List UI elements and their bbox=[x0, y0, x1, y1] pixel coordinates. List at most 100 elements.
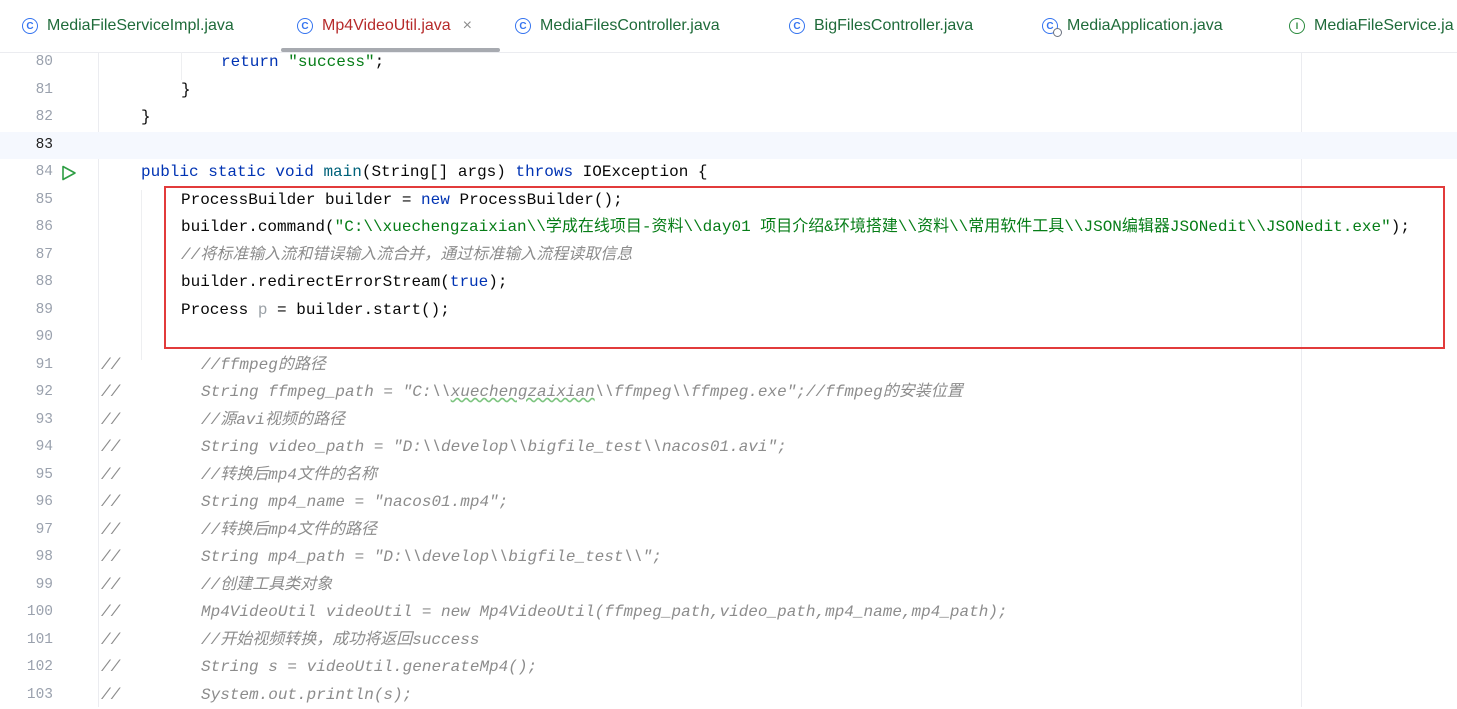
code-token: //创建工具类对象 bbox=[201, 576, 332, 594]
code-token: String s = videoUtil.generateMp4(); bbox=[201, 658, 537, 676]
tab-label: MediaFilesController.java bbox=[540, 17, 720, 35]
code-token: ); bbox=[1391, 218, 1410, 236]
tab-label: Mp4VideoUtil.java bbox=[322, 17, 451, 35]
tab-media-file-service[interactable]: I MediaFileService.ja bbox=[1289, 0, 1454, 52]
code-token: Process bbox=[181, 301, 258, 319]
run-icon[interactable] bbox=[61, 165, 77, 181]
line-comment-marker: // bbox=[101, 544, 120, 572]
code-text: builder.command("C:\\xuechengzaixian\\学成… bbox=[181, 214, 1410, 242]
code-text: String mp4_name = "nacos01.mp4"; bbox=[201, 489, 508, 517]
line-comment-marker: // bbox=[101, 407, 120, 435]
line-number: 94 bbox=[0, 434, 53, 462]
line-comment-marker: // bbox=[101, 434, 120, 462]
class-icon: C bbox=[789, 18, 805, 34]
line-number: 99 bbox=[0, 572, 53, 600]
code-token: ); bbox=[488, 273, 507, 291]
code-token: main bbox=[323, 163, 361, 181]
code-line[interactable]: 101////开始视频转换，成功将返回success bbox=[0, 627, 1457, 655]
tab-mp4-video-util[interactable]: C Mp4VideoUtil.java × bbox=[281, 0, 500, 52]
line-comment-marker: // bbox=[101, 489, 120, 517]
interface-icon: I bbox=[1289, 18, 1305, 34]
code-token bbox=[279, 53, 289, 71]
code-line[interactable]: 83 bbox=[0, 132, 1457, 160]
line-comment-marker: // bbox=[101, 682, 120, 709]
code-token: //源avi视频的路径 bbox=[201, 411, 345, 429]
code-line[interactable]: 100//Mp4VideoUtil videoUtil = new Mp4Vid… bbox=[0, 599, 1457, 627]
tab-label: MediaFileService.ja bbox=[1314, 17, 1454, 35]
code-text: System.out.println(s); bbox=[201, 682, 412, 709]
line-comment-marker: // bbox=[101, 379, 120, 407]
code-token: //将标准输入流和错误输入流合并，通过标准输入流程读取信息 bbox=[181, 246, 632, 264]
code-line[interactable]: 84 public static void main(String[] args)… bbox=[0, 159, 1457, 187]
line-number: 91 bbox=[0, 352, 53, 380]
code-text: ProcessBuilder builder = new ProcessBuil… bbox=[181, 187, 623, 215]
tab-big-files-controller[interactable]: C BigFilesController.java bbox=[789, 0, 973, 52]
spring-app-class-icon: C bbox=[1042, 18, 1058, 34]
code-line[interactable]: 88 builder.redirectErrorStream(true); bbox=[0, 269, 1457, 297]
code-token: builder.command( bbox=[181, 218, 335, 236]
code-line[interactable]: 99////创建工具类对象 bbox=[0, 572, 1457, 600]
line-number: 103 bbox=[0, 682, 53, 709]
code-token: true bbox=[450, 273, 488, 291]
line-comment-marker: // bbox=[101, 517, 120, 545]
code-text: String ffmpeg_path = "C:\\xuechengzaixia… bbox=[201, 379, 963, 407]
line-comment-marker: // bbox=[101, 462, 120, 490]
line-number: 84 bbox=[0, 159, 53, 187]
code-line[interactable]: 94 // String video_path = "D:\\develop\\bi… bbox=[0, 434, 1457, 462]
code-token: ProcessBuilder(); bbox=[450, 191, 623, 209]
code-line[interactable]: 98//String mp4_path = "D:\\develop\\bigf… bbox=[0, 544, 1457, 572]
code-token: \\ffmpeg\\ffmpeg.exe";//ffmpeg的安装位置 bbox=[595, 383, 963, 401]
code-token: String video_path = "D:\\develop\\bigfil… bbox=[201, 438, 787, 456]
code-line[interactable]: 86builder.command("C:\\xuechengzaixian\\… bbox=[0, 214, 1457, 242]
code-token: xuechengzaixian bbox=[451, 383, 595, 401]
code-text: public static void main(String[] args) t… bbox=[141, 159, 708, 187]
code-line[interactable]: 82} bbox=[0, 104, 1457, 132]
code-text: //转换后mp4文件的名称 bbox=[201, 462, 377, 490]
line-number: 81 bbox=[0, 77, 53, 105]
code-line[interactable]: 85 ProcessBuilder builder = new ProcessBu… bbox=[0, 187, 1457, 215]
code-token: System.out.println(s); bbox=[201, 686, 412, 704]
code-text: String s = videoUtil.generateMp4(); bbox=[201, 654, 537, 682]
line-number: 85 bbox=[0, 187, 53, 215]
code-line[interactable]: 95 // //转换后mp4文件的名称 bbox=[0, 462, 1457, 490]
code-token: ProcessBuilder builder = bbox=[181, 191, 421, 209]
code-line[interactable]: 97////转换后mp4文件的路径 bbox=[0, 517, 1457, 545]
code-token: throws bbox=[515, 163, 573, 181]
editor-tab-bar: C MediaFileServiceImpl.java C Mp4VideoUt… bbox=[0, 0, 1457, 53]
tab-media-application[interactable]: C MediaApplication.java bbox=[1042, 0, 1223, 52]
code-line[interactable]: 81} bbox=[0, 77, 1457, 105]
code-text: //源avi视频的路径 bbox=[201, 407, 345, 435]
code-text: //转换后mp4文件的路径 bbox=[201, 517, 377, 545]
code-line[interactable]: 102//String s = videoUtil.generateMp4(); bbox=[0, 654, 1457, 682]
line-number: 95 bbox=[0, 462, 53, 490]
code-line[interactable]: 87//将标准输入流和错误输入流合并，通过标准输入流程读取信息 bbox=[0, 242, 1457, 270]
code-line[interactable]: 103 // System.out.println(s); bbox=[0, 682, 1457, 709]
code-line[interactable]: 91////ffmpeg的路径 bbox=[0, 352, 1457, 380]
close-icon[interactable]: × bbox=[463, 17, 472, 35]
tab-media-files-controller[interactable]: C MediaFilesController.java bbox=[515, 0, 720, 52]
code-line[interactable]: 89Process p = builder.start(); bbox=[0, 297, 1457, 325]
code-line[interactable]: 92 // String ffmpeg_path = "C:\\xuechengza… bbox=[0, 379, 1457, 407]
code-text: } bbox=[141, 104, 151, 132]
line-number: 93 bbox=[0, 407, 53, 435]
line-comment-marker: // bbox=[101, 352, 120, 380]
code-token: IOException { bbox=[573, 163, 707, 181]
code-editor[interactable]: 80return "success";81}82}8384 public stat… bbox=[0, 52, 1457, 707]
code-line[interactable]: 93 // //源avi视频的路径 bbox=[0, 407, 1457, 435]
class-icon: C bbox=[297, 18, 313, 34]
code-line[interactable]: 80return "success"; bbox=[0, 49, 1457, 77]
code-line[interactable]: 90 bbox=[0, 324, 1457, 352]
tab-label: BigFilesController.java bbox=[814, 17, 973, 35]
tab-media-file-service-impl[interactable]: C MediaFileServiceImpl.java bbox=[22, 0, 234, 52]
code-token: builder.redirectErrorStream( bbox=[181, 273, 450, 291]
line-number: 82 bbox=[0, 104, 53, 132]
code-token: //转换后mp4文件的路径 bbox=[201, 521, 377, 539]
code-text: //将标准输入流和错误输入流合并，通过标准输入流程读取信息 bbox=[181, 242, 632, 270]
code-text: String video_path = "D:\\develop\\bigfil… bbox=[201, 434, 787, 462]
code-line[interactable]: 96//String mp4_name = "nacos01.mp4"; bbox=[0, 489, 1457, 517]
line-number: 92 bbox=[0, 379, 53, 407]
line-comment-marker: // bbox=[101, 654, 120, 682]
line-number: 88 bbox=[0, 269, 53, 297]
code-token: "C:\\xuechengzaixian\\学成在线项目-资料\\day01 项… bbox=[335, 218, 1391, 236]
code-token: = builder.start(); bbox=[267, 301, 449, 319]
